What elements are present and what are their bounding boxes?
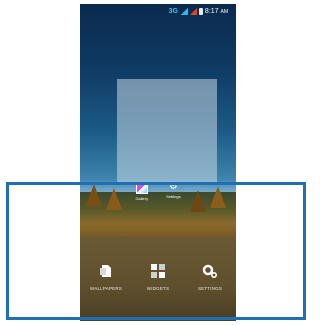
wallpaper-icon	[97, 262, 115, 280]
battery-icon	[198, 7, 203, 15]
network-type: 3G	[168, 7, 178, 15]
status-time-value: 8:17	[204, 7, 219, 15]
homescreen-preview[interactable]	[117, 79, 217, 183]
widgets-icon	[149, 262, 167, 280]
settings-icon	[201, 262, 219, 280]
status-bar: 3G 8:17 AM	[80, 4, 236, 18]
signal-alt-icon	[189, 7, 197, 15]
shortcut-gallery[interactable]: Gallery	[135, 182, 148, 201]
phone-screen: 3G 8:17 AM Gallery ⚙ Settings WALLPAPERS…	[80, 4, 236, 321]
homescreen-shortcuts: Gallery ⚙ Settings	[80, 182, 236, 202]
shortcut-label: Settings	[166, 194, 181, 199]
home-options-bar: WALLPAPERS WIDGETS SETTINGS	[80, 262, 236, 302]
wallpapers-label: WALLPAPERS	[89, 286, 122, 291]
shortcut-settings[interactable]: ⚙ Settings	[166, 182, 180, 201]
settings-label: SETTINGS	[197, 286, 223, 291]
settings-button[interactable]: SETTINGS	[185, 262, 235, 291]
gear-icon: ⚙	[168, 181, 178, 192]
wallpapers-button[interactable]: WALLPAPERS	[81, 262, 131, 291]
widgets-button[interactable]: WIDGETS	[133, 262, 183, 291]
page: 3G 8:17 AM Gallery ⚙ Settings WALLPAPERS…	[0, 0, 316, 325]
status-time: 8:17 AM	[205, 8, 228, 15]
status-time-meridiem: AM	[220, 8, 229, 15]
widgets-label: WIDGETS	[146, 286, 170, 291]
shortcut-label: Gallery	[135, 196, 149, 201]
signal-icon	[179, 7, 188, 15]
gallery-icon	[135, 182, 148, 194]
